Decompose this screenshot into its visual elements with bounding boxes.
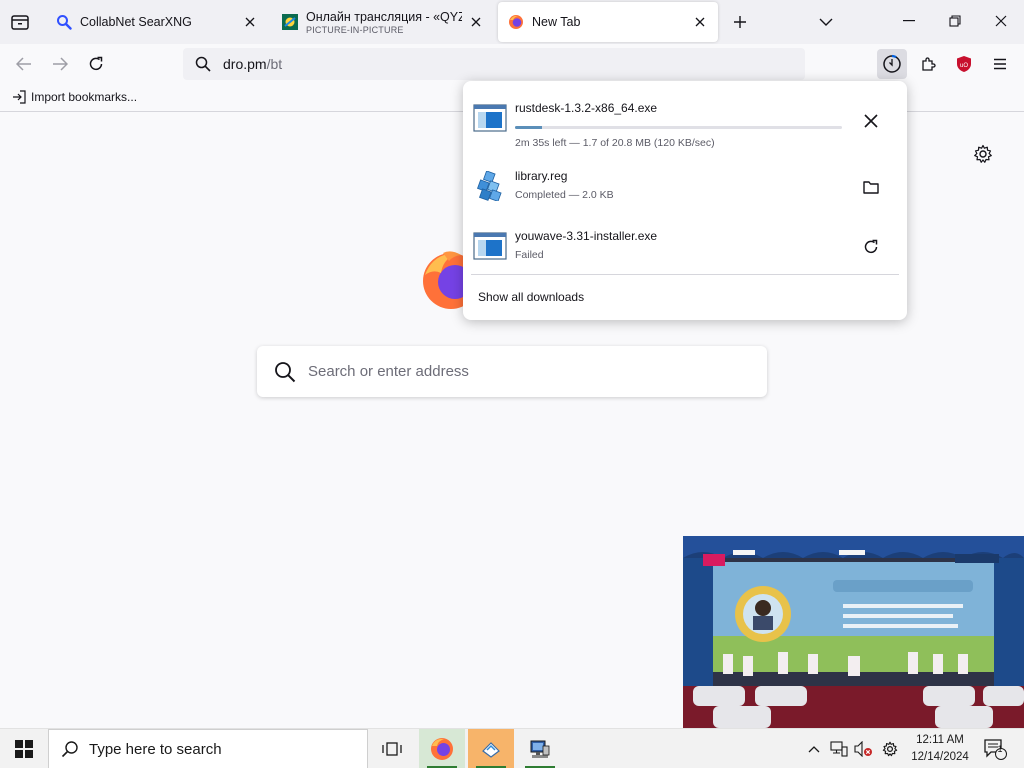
action-center-button[interactable]: 1 bbox=[980, 729, 1010, 768]
show-hidden-icons-button[interactable] bbox=[806, 729, 822, 768]
clock-time: 12:11 AM bbox=[916, 734, 964, 746]
new-tab-button[interactable] bbox=[730, 12, 750, 32]
taskbar-search-placeholder: Type here to search bbox=[89, 740, 222, 758]
folder-icon bbox=[863, 181, 879, 194]
download-progress-bar bbox=[515, 126, 842, 129]
download-progress-fill bbox=[515, 126, 542, 129]
show-all-downloads-button[interactable]: Show all downloads bbox=[478, 290, 584, 304]
restore-window-button[interactable] bbox=[944, 10, 966, 32]
download-filename: library.reg bbox=[515, 169, 568, 183]
ublock-shield-icon: uO bbox=[957, 56, 971, 72]
chevron-up-icon bbox=[808, 746, 820, 753]
downloads-panel: rustdesk-1.3.2-x86_64.exe 2m 35s left — … bbox=[463, 81, 907, 320]
computer-app-icon bbox=[530, 740, 550, 758]
network-status-button[interactable] bbox=[828, 729, 850, 768]
retry-icon bbox=[864, 239, 878, 254]
tab-strip: CollabNet SearXNG Онлайн трансляция - «Q… bbox=[0, 0, 1024, 44]
ublock-origin-button[interactable]: uO bbox=[953, 53, 975, 75]
url-bar[interactable]: dro.pm/bt bbox=[183, 48, 805, 80]
search-icon bbox=[61, 741, 78, 758]
import-bookmarks-label: Import bookmarks... bbox=[31, 90, 138, 104]
firefox-favicon bbox=[509, 15, 523, 29]
svg-text:uO: uO bbox=[960, 63, 968, 69]
close-tab-icon[interactable] bbox=[468, 14, 484, 30]
app-menu-button[interactable] bbox=[989, 53, 1011, 75]
back-button[interactable] bbox=[13, 53, 35, 75]
personalize-gear-icon[interactable] bbox=[973, 144, 993, 164]
search-icon bbox=[275, 361, 296, 382]
download-filename: youwave-3.31-installer.exe bbox=[515, 229, 658, 243]
import-icon bbox=[13, 90, 26, 104]
start-button[interactable] bbox=[0, 729, 48, 768]
task-view-icon bbox=[382, 742, 402, 756]
tab-title: Онлайн трансляция - «QYZYL bbox=[306, 9, 462, 24]
windows-logo-icon bbox=[15, 740, 33, 758]
settings-tray-button[interactable] bbox=[879, 729, 901, 768]
navigation-toolbar: dro.pm/bt uO bbox=[0, 44, 1024, 84]
windows-taskbar: Type here to search 12:11 AM 12/14/2024 … bbox=[0, 728, 1024, 768]
searxng-favicon bbox=[57, 15, 72, 30]
qyzyljar-favicon bbox=[282, 14, 298, 30]
taskbar-network-app[interactable] bbox=[517, 729, 563, 768]
picture-in-picture-window[interactable] bbox=[683, 536, 1024, 728]
download-filename: rustdesk-1.3.2-x86_64.exe bbox=[515, 101, 658, 115]
newtab-search-box[interactable] bbox=[257, 346, 767, 397]
installer-app-icon bbox=[482, 742, 500, 758]
notification-count: 1 bbox=[997, 744, 1003, 754]
close-window-button[interactable] bbox=[990, 10, 1012, 32]
retry-download-button[interactable] bbox=[859, 235, 883, 259]
downloads-progress-icon bbox=[883, 54, 901, 73]
url-text[interactable]: dro.pm/bt bbox=[223, 56, 282, 72]
tab-subtitle: PICTURE-IN-PICTURE bbox=[306, 24, 404, 35]
gear-icon bbox=[882, 741, 898, 757]
puzzle-icon bbox=[922, 57, 936, 71]
tab-qyzyljar[interactable]: Онлайн трансляция - «QYZYL PICTURE-IN-PI… bbox=[272, 2, 494, 42]
hamburger-menu-icon bbox=[994, 58, 1006, 70]
clock-date: 12/14/2024 bbox=[911, 751, 969, 763]
download-item[interactable]: youwave-3.31-installer.exe Failed bbox=[471, 219, 899, 275]
taskbar-app-installer[interactable] bbox=[468, 729, 514, 768]
download-status: Failed bbox=[515, 249, 544, 261]
download-status: Completed — 2.0 KB bbox=[515, 189, 614, 201]
volume-muted-icon bbox=[854, 741, 872, 757]
close-tab-icon[interactable] bbox=[692, 14, 708, 30]
panel-divider bbox=[471, 274, 899, 275]
download-item[interactable]: library.reg Completed — 2.0 KB bbox=[471, 159, 899, 215]
downloads-button[interactable] bbox=[877, 49, 907, 79]
network-icon bbox=[830, 741, 848, 757]
url-host: dro.pm bbox=[223, 56, 267, 72]
tab-title: New Tab bbox=[532, 15, 581, 29]
show-in-folder-button[interactable] bbox=[859, 175, 883, 199]
import-bookmarks-button[interactable]: Import bookmarks... bbox=[12, 90, 137, 104]
task-view-button[interactable] bbox=[369, 729, 415, 768]
forward-button[interactable] bbox=[49, 53, 71, 75]
firefox-app-icon bbox=[431, 738, 453, 760]
minimize-window-button[interactable] bbox=[898, 10, 920, 32]
taskbar-search-box[interactable]: Type here to search bbox=[48, 729, 368, 768]
tab-new-tab[interactable]: New Tab bbox=[498, 2, 718, 42]
extensions-button[interactable] bbox=[918, 53, 940, 75]
tab-title: CollabNet SearXNG bbox=[80, 15, 192, 29]
newtab-search-input[interactable] bbox=[308, 363, 728, 380]
search-icon bbox=[195, 56, 211, 72]
list-all-tabs-icon[interactable] bbox=[816, 12, 836, 32]
exe-file-icon bbox=[473, 232, 507, 260]
download-status: 2m 35s left — 1.7 of 20.8 MB (120 KB/sec… bbox=[515, 137, 715, 149]
reload-button[interactable] bbox=[85, 53, 107, 75]
download-item[interactable]: rustdesk-1.3.2-x86_64.exe 2m 35s left — … bbox=[471, 91, 899, 149]
tab-searxng[interactable]: CollabNet SearXNG bbox=[46, 2, 268, 42]
close-icon bbox=[864, 114, 878, 128]
url-path: /bt bbox=[266, 56, 283, 72]
firefox-view-icon[interactable] bbox=[10, 12, 30, 32]
taskbar-firefox[interactable] bbox=[419, 729, 465, 768]
taskbar-clock[interactable]: 12:11 AM 12/14/2024 bbox=[906, 732, 974, 766]
pip-video-frame bbox=[683, 536, 1024, 728]
exe-file-icon bbox=[473, 104, 507, 132]
close-tab-icon[interactable] bbox=[242, 14, 258, 30]
volume-button[interactable] bbox=[853, 729, 875, 768]
registry-file-icon bbox=[477, 171, 502, 201]
cancel-download-button[interactable] bbox=[859, 109, 883, 133]
